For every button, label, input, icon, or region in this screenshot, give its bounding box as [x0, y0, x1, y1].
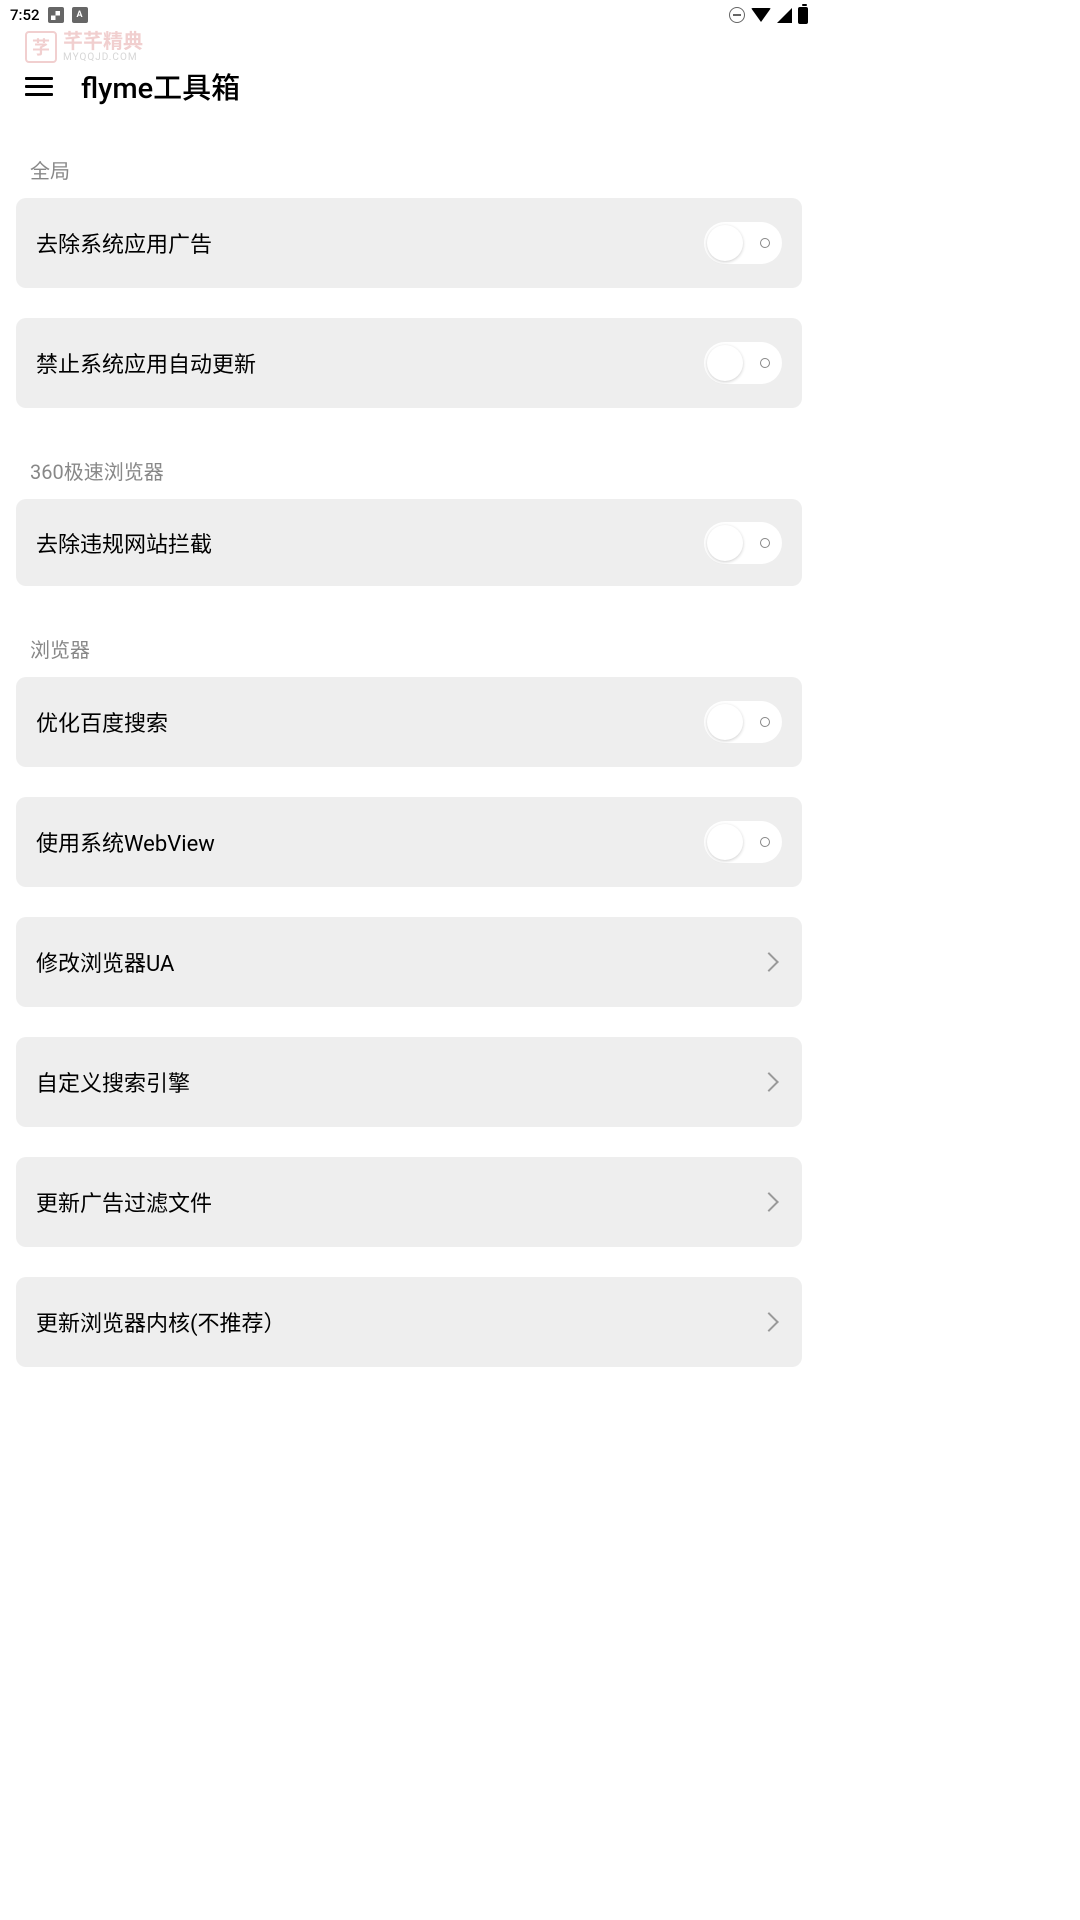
setting-label: 修改浏览器UA [36, 946, 174, 978]
setting-update-browser-kernel[interactable]: 更新浏览器内核(不推荐） [16, 1277, 802, 1367]
status-time: 7:52 [10, 6, 40, 24]
watermark: 芓 芊芊精典 MYQQJD.COM [25, 30, 143, 63]
status-bar-left: 7:52 ▞ A [10, 6, 88, 24]
setting-disable-auto-update[interactable]: 禁止系统应用自动更新 [16, 318, 802, 408]
setting-label: 去除系统应用广告 [36, 227, 212, 259]
setting-label: 优化百度搜索 [36, 706, 168, 738]
dnd-icon [729, 7, 745, 23]
setting-label: 去除违规网站拦截 [36, 527, 212, 559]
watermark-icon: 芓 [25, 31, 57, 63]
chevron-right-icon [759, 1192, 779, 1212]
hamburger-menu-icon[interactable] [25, 77, 53, 96]
toggle-switch[interactable] [704, 222, 782, 264]
section-header-browser: 浏览器 [16, 616, 802, 677]
chevron-right-icon [759, 1072, 779, 1092]
watermark-subtitle: MYQQJD.COM [63, 52, 143, 63]
watermark-title: 芊芊精典 [63, 30, 143, 52]
setting-remove-site-block[interactable]: 去除违规网站拦截 [16, 499, 802, 586]
chevron-right-icon [759, 1312, 779, 1332]
settings-content: 全局 去除系统应用广告 禁止系统应用自动更新 360极速浏览器 去除违规网站拦截… [0, 127, 818, 1367]
app-title: flyme工具箱 [81, 65, 240, 107]
image-icon: ▞ [48, 7, 64, 23]
battery-icon [798, 7, 808, 24]
setting-update-ad-filter[interactable]: 更新广告过滤文件 [16, 1157, 802, 1247]
setting-use-system-webview[interactable]: 使用系统WebView [16, 797, 802, 887]
status-bar-right [729, 7, 808, 24]
section-header-360browser: 360极速浏览器 [16, 438, 802, 499]
setting-label: 更新广告过滤文件 [36, 1186, 212, 1218]
setting-label: 使用系统WebView [36, 826, 215, 858]
wifi-icon [751, 8, 771, 22]
setting-custom-search-engine[interactable]: 自定义搜索引擎 [16, 1037, 802, 1127]
status-bar: 7:52 ▞ A [0, 0, 818, 30]
setting-label: 更新浏览器内核(不推荐） [36, 1306, 286, 1338]
setting-optimize-baidu[interactable]: 优化百度搜索 [16, 677, 802, 767]
toggle-switch[interactable] [704, 522, 782, 564]
setting-remove-system-ads[interactable]: 去除系统应用广告 [16, 198, 802, 288]
toggle-switch[interactable] [704, 342, 782, 384]
setting-modify-ua[interactable]: 修改浏览器UA [16, 917, 802, 1007]
section-header-global: 全局 [16, 137, 802, 198]
toggle-switch[interactable] [704, 701, 782, 743]
setting-label: 自定义搜索引擎 [36, 1066, 190, 1098]
signal-icon [777, 8, 792, 23]
toggle-switch[interactable] [704, 821, 782, 863]
chevron-right-icon [759, 952, 779, 972]
setting-label: 禁止系统应用自动更新 [36, 347, 256, 379]
app-icon: A [72, 7, 88, 23]
